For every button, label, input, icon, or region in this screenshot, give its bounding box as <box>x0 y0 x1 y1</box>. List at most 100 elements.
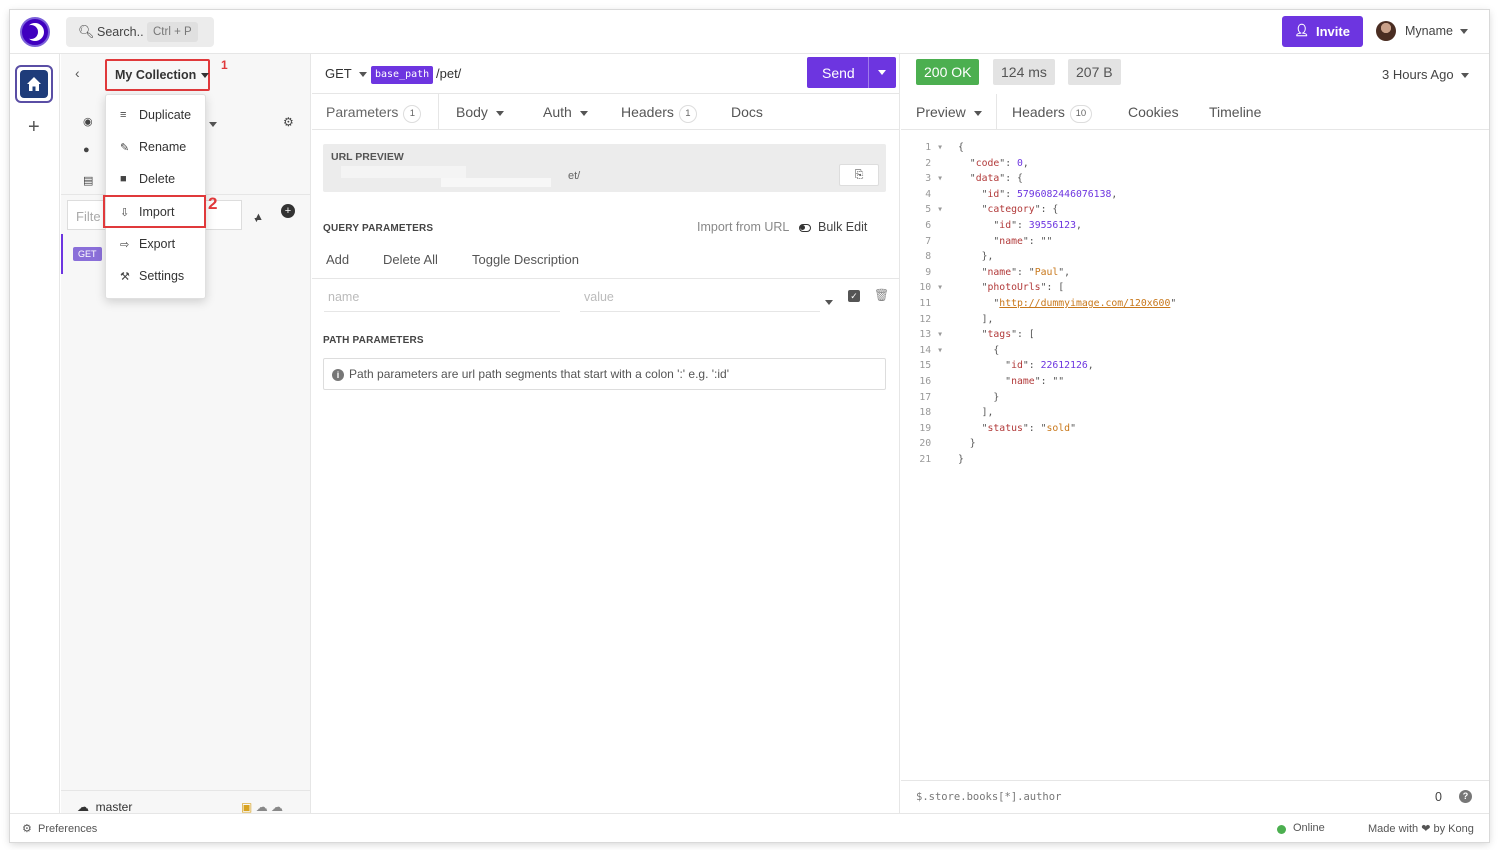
param-value-input[interactable]: value <box>580 290 820 312</box>
code-text: "http://dummyimage.com/120x600" <box>958 298 1177 309</box>
preferences-button[interactable]: ⚙ Preferences <box>22 822 97 835</box>
chevron-down-icon <box>973 110 982 116</box>
menu-item-label: Rename <box>139 140 187 154</box>
globe-icon[interactable]: ◉ <box>83 115 93 128</box>
collection-menu-button[interactable]: My Collection <box>105 59 210 91</box>
tab-auth[interactable]: Auth <box>543 104 588 120</box>
code-line: 14 ▾ { <box>901 345 1489 361</box>
chevron-down-icon[interactable] <box>878 70 886 75</box>
import-from-url-link[interactable]: Import from URL <box>697 220 789 234</box>
url-preview-title: URL PREVIEW <box>331 151 404 163</box>
menu-item-export[interactable]: ⇨ Export <box>106 229 205 259</box>
line-number: 16 <box>919 376 943 387</box>
tab-parameters[interactable]: Parameters 1 <box>326 104 422 123</box>
query-params-title: QUERY PARAMETERS <box>323 223 434 234</box>
tab-label: Headers <box>621 104 674 120</box>
code-text: "tags": [ <box>958 329 1035 341</box>
toggle-icon[interactable] <box>799 224 811 232</box>
made-with-link[interactable]: Made with ❤ by Kong <box>1368 822 1474 835</box>
menu-item-import[interactable]: ⇩ Import <box>103 195 206 228</box>
menu-item-duplicate[interactable]: ≡ Duplicate <box>106 100 205 130</box>
code-line: 15 "id": 22612126, <box>901 360 1489 376</box>
delete-all-button[interactable]: Delete All <box>383 252 438 267</box>
branch-selector[interactable]: ☁ master <box>77 800 132 814</box>
add-project-icon[interactable]: + <box>28 116 40 139</box>
send-button[interactable]: Send <box>807 57 896 88</box>
tab-label: Cookies <box>1128 104 1179 120</box>
chevron-down-icon[interactable] <box>825 294 833 309</box>
code-text: } <box>958 454 964 465</box>
line-number: 5 ▾ <box>925 204 943 216</box>
annotation-marker-2: 2 <box>208 194 218 213</box>
gear-icon[interactable]: ⚙ <box>283 115 294 129</box>
bulk-edit-button[interactable]: Bulk Edit <box>818 220 867 234</box>
package-icon[interactable]: ▣ <box>241 800 252 814</box>
code-text: "name": "" <box>958 376 1065 387</box>
path-params-title: PATH PARAMETERS <box>323 335 424 346</box>
app-window: 🔍︎ Search.. Ctrl + P 👤︎ Invite Myname + … <box>10 10 1489 842</box>
line-number: 18 <box>919 407 943 419</box>
home-button[interactable] <box>15 65 53 103</box>
toggle-description-button[interactable]: Toggle Description <box>472 252 579 267</box>
tab-timeline[interactable]: Timeline <box>1209 104 1261 120</box>
line-number: 9 <box>925 266 943 278</box>
cloud-download-icon[interactable]: ☁ <box>256 800 268 814</box>
tab-cookies[interactable]: Cookies <box>1128 104 1179 120</box>
code-text: "code": 0, <box>958 157 1029 169</box>
history-selector[interactable]: 3 Hours Ago <box>1382 67 1469 82</box>
chevron-down-icon[interactable] <box>209 116 217 131</box>
tab-docs[interactable]: Docs <box>731 104 763 120</box>
user-menu[interactable]: Myname <box>1405 24 1468 38</box>
add-button[interactable]: Add <box>326 252 349 267</box>
tab-headers[interactable]: Headers 1 <box>621 104 697 123</box>
line-number: 8 <box>925 251 943 263</box>
code-text: "name": "" <box>958 235 1053 247</box>
tab-response-headers[interactable]: Headers 10 <box>1012 104 1092 123</box>
response-age: 3 Hours Ago <box>1382 67 1454 82</box>
online-status: Online <box>1293 822 1325 834</box>
chevron-down-icon <box>1459 29 1468 35</box>
search-bar[interactable]: 🔍︎ Search.. Ctrl + P <box>66 17 214 47</box>
certificate-icon[interactable]: ▤ <box>83 174 93 187</box>
code-text: "photoUrls": [ <box>958 282 1065 294</box>
line-number: 11 <box>919 298 943 309</box>
back-icon[interactable]: ‹ <box>75 65 80 81</box>
import-icon: ⇩ <box>120 207 130 219</box>
chevron-down-icon <box>495 110 504 116</box>
trash-icon[interactable]: 🗑︎ <box>874 288 889 302</box>
line-number: 19 <box>919 422 943 434</box>
tab-body[interactable]: Body <box>456 104 504 120</box>
cloud-upload-icon[interactable]: ☁ <box>271 800 283 814</box>
copy-icon[interactable]: ⎘ <box>839 164 879 186</box>
code-text: "category": { <box>958 204 1059 216</box>
code-text: { <box>958 142 964 153</box>
method-selector[interactable]: GET <box>325 66 367 81</box>
help-icon[interactable]: ? <box>1459 790 1472 803</box>
invite-button[interactable]: 👤︎ Invite <box>1282 16 1363 47</box>
menu-item-delete[interactable]: ■ Delete <box>106 164 205 194</box>
response-filter-input[interactable]: $.store.books[*].author <box>916 791 1061 803</box>
app-logo[interactable] <box>20 17 50 47</box>
list-icon: ≡ <box>120 109 127 121</box>
url-path[interactable]: /pet/ <box>436 66 461 81</box>
menu-item-settings[interactable]: ⚒ Settings <box>106 261 205 291</box>
line-number: 21 <box>919 454 943 465</box>
code-text: "data": { <box>958 173 1023 185</box>
code-line: 3 ▾ "data": { <box>901 173 1489 189</box>
environment-variable-tag[interactable]: base_path <box>371 66 434 84</box>
chevron-down-icon <box>201 73 209 78</box>
param-name-input[interactable]: name <box>324 290 560 312</box>
avatar[interactable] <box>1376 21 1396 41</box>
cookie-icon[interactable]: ● <box>83 144 93 156</box>
tab-label: Timeline <box>1209 104 1262 120</box>
add-circle-icon[interactable]: + <box>281 204 295 218</box>
method-label: GET <box>325 66 352 81</box>
divider <box>312 278 900 279</box>
tab-count: 1 <box>678 105 697 123</box>
divider <box>868 57 869 88</box>
sync-icons[interactable]: ▣ ☁ ☁ <box>241 800 283 814</box>
checkbox-icon[interactable]: ✓ <box>848 290 860 302</box>
menu-item-rename[interactable]: ✎ Rename <box>106 132 205 162</box>
tab-preview[interactable]: Preview <box>916 104 982 120</box>
code-text: "name": "Paul", <box>958 266 1071 278</box>
